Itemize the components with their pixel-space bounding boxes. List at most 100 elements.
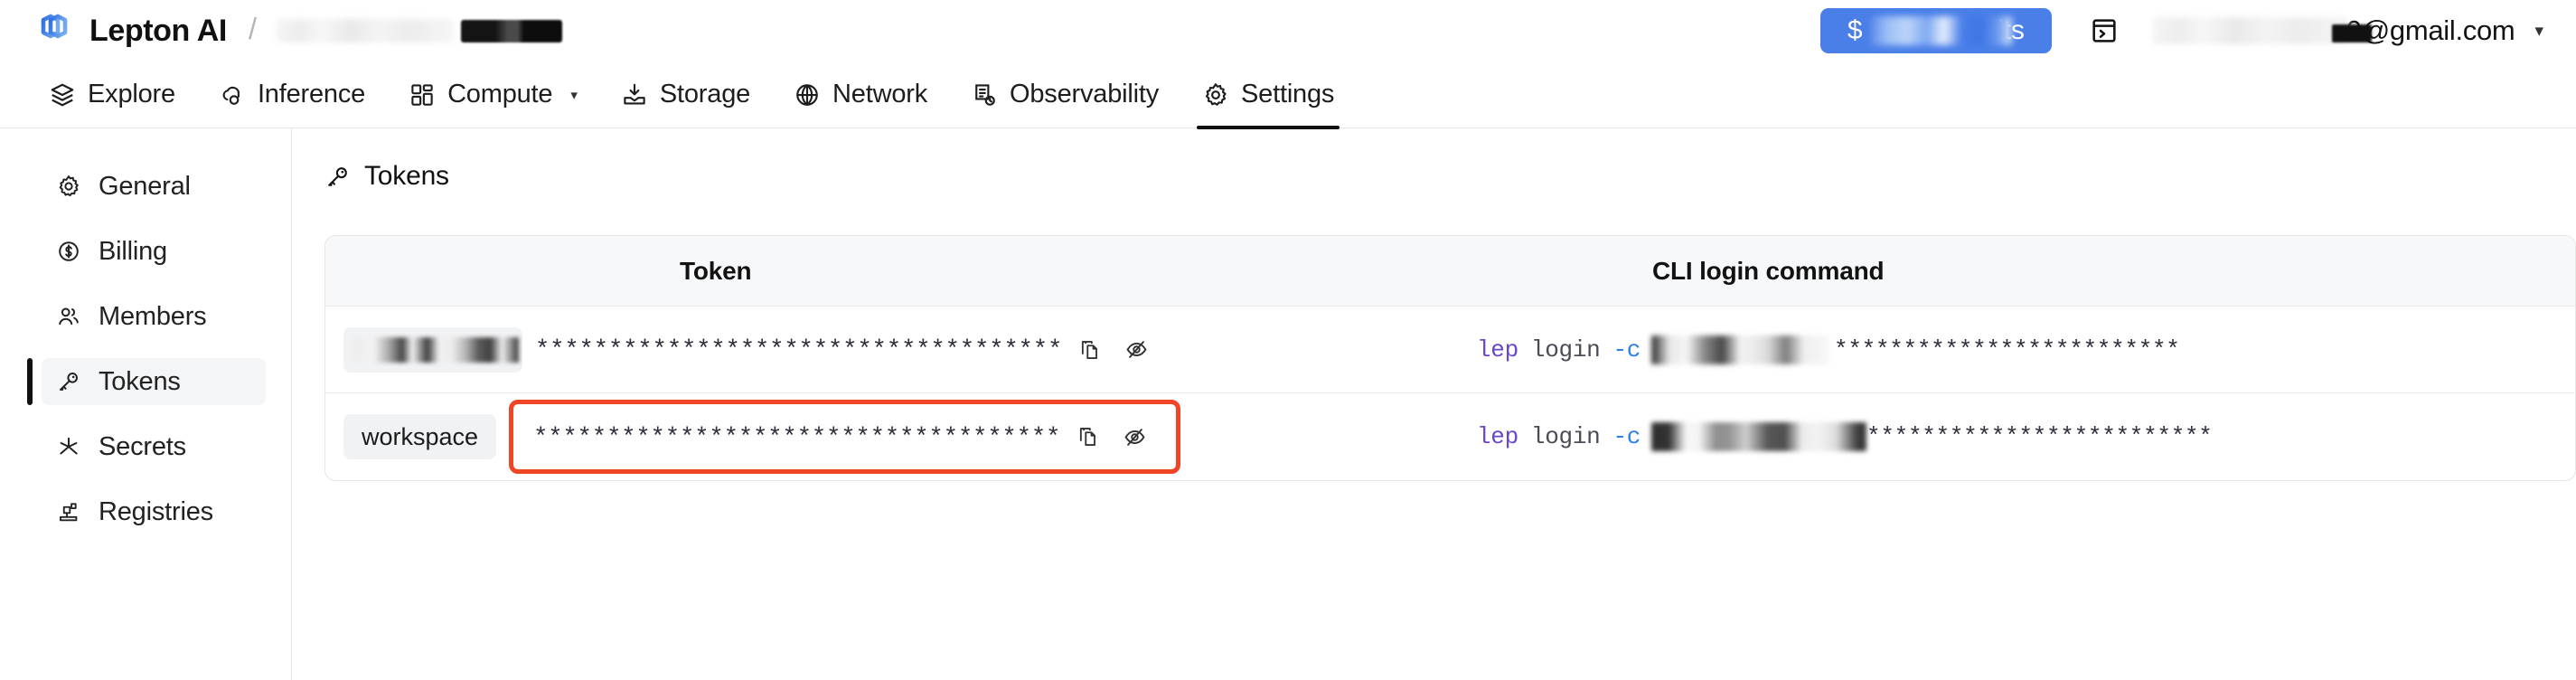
sidebar-item-secrets[interactable]: Secrets xyxy=(42,423,266,470)
token-name-badge: workspace xyxy=(343,414,497,459)
cli-flag: -c xyxy=(1612,423,1641,450)
sidebar-label-tokens: Tokens xyxy=(99,366,181,396)
terminal-icon xyxy=(2090,16,2119,45)
nav-item-network[interactable]: Network xyxy=(772,61,949,128)
nav-item-storage[interactable]: Storage xyxy=(599,61,772,128)
cli-flag: -c xyxy=(1612,335,1641,364)
eye-off-icon[interactable] xyxy=(1116,330,1156,370)
badge-redaction xyxy=(353,336,519,363)
inbox-download-icon xyxy=(621,81,648,109)
sidebar-item-members[interactable]: Members xyxy=(42,293,266,340)
cloud-node-icon xyxy=(219,81,246,109)
token-name-badge-redacted xyxy=(343,326,522,373)
breadcrumb-id-redacted xyxy=(461,19,563,42)
sidebar-label-secrets: Secrets xyxy=(99,431,186,461)
brand-name: Lepton AI xyxy=(89,13,227,48)
globe-icon xyxy=(794,81,821,109)
sidebar-label-general: General xyxy=(99,171,191,201)
token-masked-value: ************************************ xyxy=(533,424,1061,452)
nav-label-compute: Compute xyxy=(447,80,553,109)
cli-arg-redacted xyxy=(1651,422,1867,451)
header-right-actions: $ its 0@gmail.com ▾ xyxy=(1819,8,2543,53)
sidebar-item-billing[interactable]: Billing xyxy=(42,228,266,275)
page-body: General Billing Members Tokens Secrets R… xyxy=(0,128,2576,680)
cli-token-masked: ************************* xyxy=(1834,335,2180,364)
nav-label-settings: Settings xyxy=(1241,80,1335,109)
grid-blocks-icon xyxy=(409,81,436,109)
document-clock-icon xyxy=(971,81,998,109)
top-header-bar: Lepton AI / $ its 0@gmail.co xyxy=(0,0,2576,61)
nav-label-observability: Observability xyxy=(1010,80,1160,109)
settings-sidebar: General Billing Members Tokens Secrets R… xyxy=(0,128,292,680)
chevron-down-icon: ▾ xyxy=(570,87,578,103)
nav-label-storage: Storage xyxy=(659,80,751,109)
token-masked-value: ************************************ xyxy=(535,337,1063,364)
tokens-panel: Tokens Token CLI login command *********… xyxy=(292,128,2576,680)
table-header-row: Token CLI login command xyxy=(325,236,2575,307)
key-icon xyxy=(324,164,351,190)
nav-item-observability[interactable]: Observability xyxy=(949,61,1180,128)
main-navigation: Explore Inference Compute ▾ Storage Netw… xyxy=(0,61,2576,129)
sidebar-item-registries[interactable]: Registries xyxy=(42,488,266,535)
token-value-highlight-box: ************************************ xyxy=(509,400,1181,474)
cli-command: login xyxy=(1530,423,1601,450)
nav-label-explore: Explore xyxy=(88,80,175,109)
table-row: ************************************ lep… xyxy=(325,307,2575,393)
nav-item-compute[interactable]: Compute ▾ xyxy=(387,61,599,128)
token-cell-row-1: ************************************ xyxy=(325,326,1287,373)
token-cell-row-2: workspace ******************************… xyxy=(325,400,1287,474)
brand-home-link[interactable]: Lepton AI xyxy=(31,13,227,49)
cli-program: lep xyxy=(1477,423,1518,450)
panel-header: Tokens xyxy=(324,161,2576,192)
user-email: 0@gmail.com xyxy=(2152,14,2515,47)
tokens-table: Token CLI login command ****************… xyxy=(324,235,2576,481)
eye-off-icon[interactable] xyxy=(1114,417,1154,457)
nav-item-explore[interactable]: Explore xyxy=(27,61,197,128)
copy-icon[interactable] xyxy=(1067,417,1107,457)
breadcrumb-separator: / xyxy=(248,12,258,45)
nav-label-network: Network xyxy=(832,80,928,109)
registry-icon xyxy=(56,499,81,524)
user-account-menu[interactable]: 0@gmail.com ▾ xyxy=(2152,14,2543,47)
column-header-token: Token xyxy=(680,256,752,285)
token-value-group-row-2: ************************************ xyxy=(533,417,1154,457)
breadcrumb-workspace[interactable] xyxy=(277,19,563,42)
credits-button[interactable]: $ its xyxy=(1819,8,2052,53)
user-email-redaction-block xyxy=(2331,24,2372,42)
chevron-down-icon: ▾ xyxy=(2534,21,2543,41)
sidebar-label-registries: Registries xyxy=(99,496,213,526)
cli-command-row-1[interactable]: lep login -c ************************* xyxy=(1287,335,2575,364)
layers-icon xyxy=(49,81,76,109)
cli-arg-redacted xyxy=(1651,335,1829,364)
gear-icon xyxy=(1202,81,1229,109)
table-row: workspace ******************************… xyxy=(325,393,2575,480)
page-title: Tokens xyxy=(364,161,449,191)
terminal-button[interactable] xyxy=(2079,8,2129,53)
column-header-cli-wrap: CLI login command xyxy=(1287,257,2575,286)
cli-command: login xyxy=(1530,335,1601,364)
sidebar-item-tokens[interactable]: Tokens xyxy=(27,358,266,405)
cli-command-row-2[interactable]: lep login -c ************************* xyxy=(1287,422,2575,451)
dollar-circle-icon xyxy=(56,239,81,264)
asterisk-icon xyxy=(56,434,81,459)
cli-program: lep xyxy=(1477,335,1518,364)
cli-cell-row-2: lep login -c ************************* xyxy=(1287,422,2575,451)
nav-item-settings[interactable]: Settings xyxy=(1180,61,1356,129)
key-icon xyxy=(56,369,81,394)
nav-label-inference: Inference xyxy=(257,80,366,109)
breadcrumb-workspace-redacted xyxy=(277,19,455,42)
lepton-logo-icon xyxy=(31,13,74,49)
column-header-token-wrap: Token xyxy=(325,257,1287,286)
column-header-cli-login-command: CLI login command xyxy=(1652,256,1885,285)
sidebar-item-general[interactable]: General xyxy=(42,163,266,210)
users-icon xyxy=(56,304,81,329)
user-email-redacted xyxy=(2152,17,2348,44)
nav-item-inference[interactable]: Inference xyxy=(197,61,387,128)
cli-token-masked: ************************* xyxy=(1866,423,2213,450)
copy-icon[interactable] xyxy=(1069,330,1109,370)
sidebar-label-billing: Billing xyxy=(99,236,167,266)
cli-cell-row-1: lep login -c ************************* xyxy=(1287,335,2575,364)
user-email-suffix: 0@gmail.com xyxy=(2346,14,2515,46)
gear-icon xyxy=(56,174,81,199)
token-value-group-row-1: ************************************ xyxy=(535,330,1156,370)
